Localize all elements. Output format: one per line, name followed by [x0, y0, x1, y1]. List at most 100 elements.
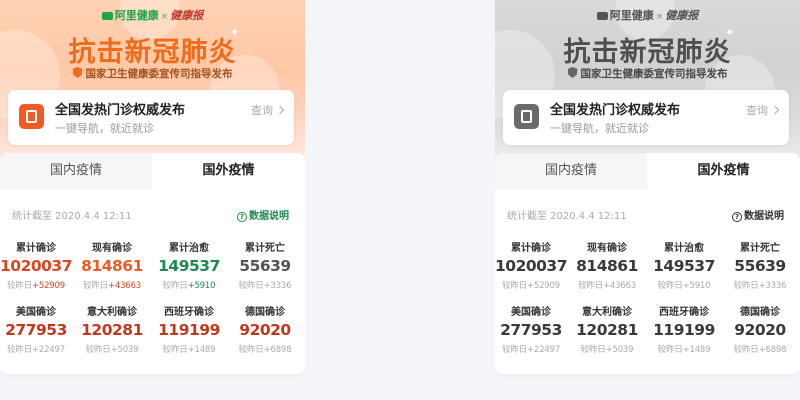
stat-item: 累计死亡 55639 较昨日+3336 — [229, 239, 301, 291]
fever-clinic-title: 全国发热门诊权威发布 — [55, 103, 186, 118]
stat-value: 814861 — [576, 257, 638, 275]
stat-item: 累计治愈 149537 较昨日+5910 — [153, 239, 225, 291]
brand-jiankangbao: 健康报 — [665, 9, 699, 22]
stat-delta-value: +5039 — [605, 345, 634, 355]
question-icon: ? — [732, 212, 742, 222]
stat-value: 277953 — [500, 321, 562, 339]
stat-delta: 较昨日+3336 — [229, 279, 301, 291]
stat-label: 累计死亡 — [245, 243, 285, 254]
stat-label: 累计确诊 — [16, 243, 56, 254]
stat-delta-prefix: 较昨日 — [7, 281, 32, 291]
stat-value: 92020 — [734, 321, 786, 339]
stat-delta-value: +3336 — [263, 281, 292, 291]
stat-delta: 较昨日+5039 — [76, 343, 148, 355]
region-tabs: 国内疫情 国外疫情 — [0, 153, 305, 189]
stat-delta: 较昨日+6898 — [229, 343, 301, 355]
stat-delta: 较昨日+22497 — [495, 343, 567, 355]
data-explain-link[interactable]: ? 数据说明 — [237, 207, 289, 222]
stat-item: 美国确诊 277953 较昨日+22497 — [495, 303, 567, 355]
stat-delta-prefix: 较昨日 — [85, 345, 111, 355]
stat-item: 德国确诊 92020 较昨日+6898 — [229, 303, 301, 355]
page-subtitle: 国家卫生健康委宣传司指导发布 — [495, 66, 800, 81]
shield-check-icon — [567, 67, 578, 78]
stat-delta-value: +5910 — [187, 281, 216, 291]
stat-item: 现有确诊 814861 较昨日+43663 — [571, 239, 643, 291]
stat-delta-prefix: 较昨日 — [502, 281, 527, 291]
stat-delta-value: +43663 — [107, 281, 141, 291]
stat-item: 美国确诊 277953 较昨日+22497 — [0, 303, 72, 355]
stat-label: 累计治愈 — [169, 243, 209, 254]
fever-clinic-card[interactable]: 全国发热门诊权威发布 一键导航，就近就诊 查询 — [503, 90, 789, 145]
stat-delta: 较昨日+5910 — [153, 279, 225, 291]
brand-logos: 阿里健康 × 健康报 — [0, 7, 305, 23]
ali-health-logo-icon — [101, 12, 113, 20]
stat-delta-prefix: 较昨日 — [578, 281, 603, 291]
page-subtitle: 国家卫生健康委宣传司指导发布 — [0, 66, 305, 81]
stat-delta-value: +52909 — [31, 281, 65, 291]
stat-label: 西班牙确诊 — [659, 307, 709, 318]
sparkle-icon: ✦ — [230, 26, 240, 39]
stat-value: 120281 — [576, 321, 638, 339]
stat-label: 现有确诊 — [92, 243, 132, 254]
stat-value: 149537 — [653, 257, 715, 275]
stat-item: 德国确诊 92020 较昨日+6898 — [724, 303, 796, 355]
panel-grayscale: 阿里健康 × 健康报 抗击新冠肺炎 ✦ 国家卫生健康委宣传司指导发布 全国发热门诊权… — [495, 0, 800, 400]
query-link[interactable]: 查询 — [746, 102, 780, 118]
stat-delta: 较昨日+52909 — [495, 279, 567, 291]
clinic-icon — [514, 104, 539, 129]
stat-item: 西班牙确诊 119199 较昨日+1489 — [153, 303, 225, 355]
stat-label: 意大利确诊 — [87, 307, 137, 318]
stat-delta-prefix: 较昨日 — [162, 345, 188, 355]
stat-label: 意大利确诊 — [582, 307, 632, 318]
data-explain-link[interactable]: ? 数据说明 — [732, 207, 784, 222]
stat-delta-prefix: 较昨日 — [733, 281, 759, 291]
stat-label: 德国确诊 — [245, 307, 285, 318]
stat-delta: 较昨日+43663 — [76, 279, 148, 291]
stat-delta-prefix: 较昨日 — [238, 281, 264, 291]
stat-item: 西班牙确诊 119199 较昨日+1489 — [648, 303, 720, 355]
stat-value: 55639 — [734, 257, 786, 275]
brand-separator: × — [160, 12, 169, 22]
stat-delta: 较昨日+5039 — [571, 343, 643, 355]
tab-foreign[interactable]: 国外疫情 — [152, 153, 305, 189]
tab-domestic[interactable]: 国内疫情 — [0, 153, 152, 189]
stat-value: 814861 — [81, 257, 143, 275]
stat-value: 92020 — [239, 321, 291, 339]
stat-delta-prefix: 较昨日 — [657, 281, 683, 291]
shield-check-icon — [72, 67, 83, 78]
stat-label: 西班牙确诊 — [164, 307, 214, 318]
fever-clinic-subtitle: 一键导航，就近就诊 — [550, 122, 649, 135]
stat-delta-prefix: 较昨日 — [83, 281, 108, 291]
brand-logos: 阿里健康 × 健康报 — [495, 7, 800, 23]
fever-clinic-card[interactable]: 全国发热门诊权威发布 一键导航，就近就诊 查询 — [8, 90, 294, 145]
stat-delta-value: +3336 — [758, 281, 787, 291]
query-label: 查询 — [746, 104, 768, 117]
stat-delta-prefix: 较昨日 — [238, 345, 264, 355]
stat-label: 美国确诊 — [16, 307, 56, 318]
fever-clinic-title: 全国发热门诊权威发布 — [550, 103, 681, 118]
stat-item: 累计确诊 1020037 较昨日+52909 — [0, 239, 73, 291]
stat-item: 累计死亡 55639 较昨日+3336 — [724, 239, 796, 291]
page-title: 抗击新冠肺炎 — [68, 37, 237, 68]
stat-item: 意大利确诊 120281 较昨日+5039 — [571, 303, 643, 355]
stat-label: 德国确诊 — [740, 307, 780, 318]
stat-value: 119199 — [653, 321, 715, 339]
stat-label: 美国确诊 — [511, 307, 551, 318]
query-link[interactable]: 查询 — [251, 102, 285, 118]
region-tabs: 国内疫情 国外疫情 — [495, 153, 800, 189]
question-icon: ? — [237, 212, 247, 222]
subtitle-text: 国家卫生健康委宣传司指导发布 — [580, 68, 728, 80]
stat-delta-prefix: 较昨日 — [733, 345, 759, 355]
stat-item: 意大利确诊 120281 较昨日+5039 — [76, 303, 148, 355]
stat-delta-prefix: 较昨日 — [580, 345, 606, 355]
stat-delta-prefix: 较昨日 — [162, 281, 188, 291]
stat-delta-value: +5910 — [682, 281, 711, 291]
brand-ali-health: 阿里健康 — [114, 9, 159, 22]
panel-color: 阿里健康 × 健康报 抗击新冠肺炎 ✦ 国家卫生健康委宣传司指导发布 全国发热门诊权… — [0, 0, 305, 400]
subtitle-text: 国家卫生健康委宣传司指导发布 — [85, 68, 233, 80]
tab-foreign[interactable]: 国外疫情 — [647, 153, 800, 189]
stat-delta: 较昨日+6898 — [724, 343, 796, 355]
stat-delta-value: +22497 — [31, 345, 65, 355]
tab-domestic[interactable]: 国内疫情 — [495, 153, 647, 189]
stat-delta: 较昨日+52909 — [0, 279, 72, 291]
